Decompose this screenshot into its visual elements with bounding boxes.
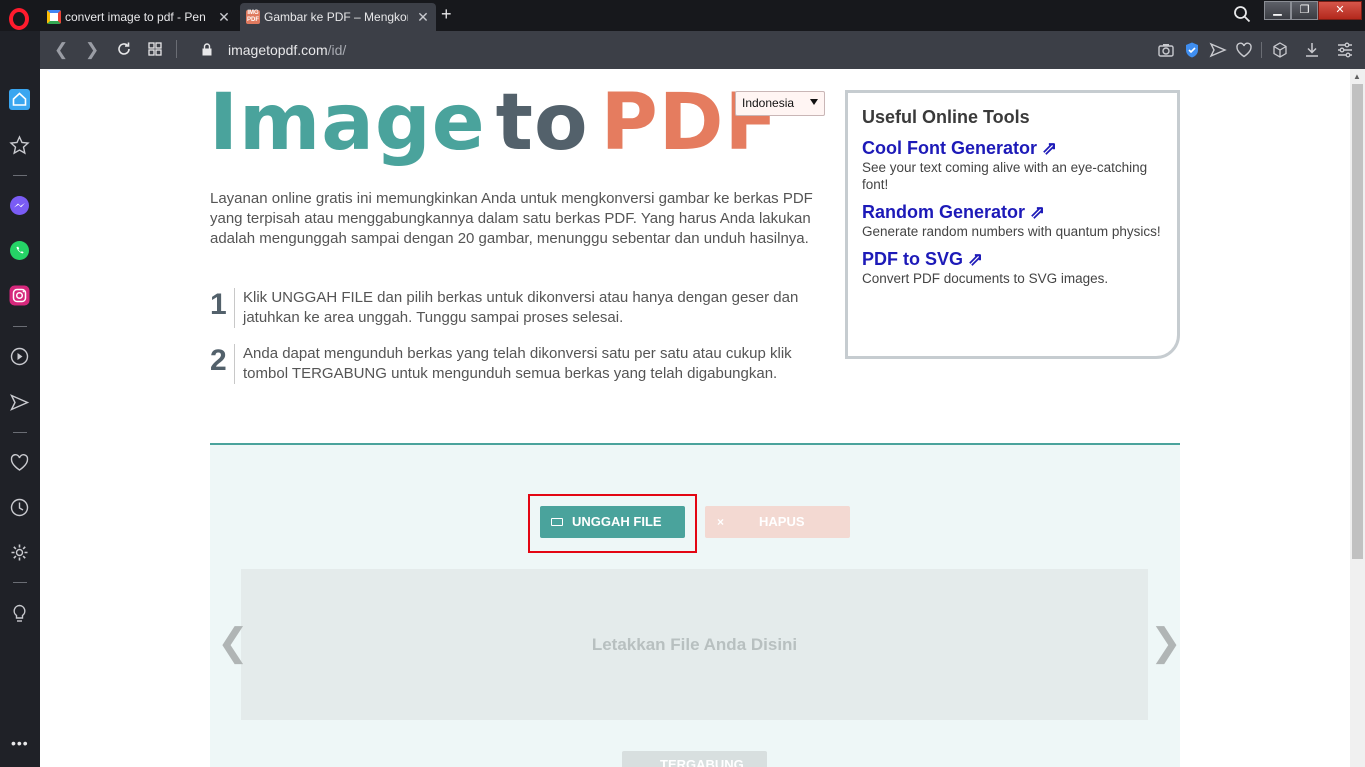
file-dropzone[interactable]: Letakkan File Anda Disini xyxy=(241,569,1148,720)
scrollbar-thumb[interactable] xyxy=(1352,84,1363,559)
tab-title: convert image to pdf - Pen xyxy=(65,10,206,24)
step-number: 1 xyxy=(210,288,227,321)
clear-button-label: HAPUS xyxy=(759,514,805,529)
instagram-icon[interactable] xyxy=(9,285,30,306)
sidebar-divider xyxy=(13,432,27,433)
language-selected-value: Indonesia xyxy=(742,96,795,110)
opera-logo-icon[interactable] xyxy=(9,8,29,30)
tool-item: Cool Font Generator ⇗ See your text comi… xyxy=(862,137,1177,193)
page-scrollbar[interactable]: ▲ xyxy=(1350,69,1365,767)
messenger-icon[interactable] xyxy=(9,195,30,216)
pdf-to-svg-link[interactable]: PDF to SVG ⇗ xyxy=(862,248,1177,270)
minimize-button[interactable]: ▁ xyxy=(1264,1,1291,20)
tool-description: See your text coming alive with an eye-c… xyxy=(862,160,1148,192)
cool-font-generator-link[interactable]: Cool Font Generator ⇗ xyxy=(862,137,1177,159)
chevron-right-icon[interactable]: ❯ xyxy=(1150,623,1182,663)
close-window-button[interactable]: ✕ xyxy=(1318,1,1362,20)
tab-imagetopdf[interactable]: IMG PDF Gambar ke PDF – Mengkon ✕ xyxy=(240,3,436,31)
new-tab-button[interactable]: + xyxy=(441,4,452,25)
camera-icon[interactable] xyxy=(1157,41,1175,59)
opera-sidebar: ••• xyxy=(0,31,40,767)
settings-gear-icon[interactable] xyxy=(9,542,30,563)
easy-setup-icon[interactable] xyxy=(1336,41,1354,59)
whatsapp-icon[interactable] xyxy=(9,240,30,261)
chevron-left-icon[interactable]: ❮ xyxy=(217,623,249,663)
url-host: imagetopdf.com xyxy=(228,42,328,58)
upload-button-label: UNGGAH FILE xyxy=(572,514,662,529)
speed-dial-icon[interactable] xyxy=(148,42,162,56)
back-icon[interactable]: ❮ xyxy=(54,40,68,60)
maximize-button[interactable]: ❐ xyxy=(1291,1,1318,20)
history-clock-icon[interactable] xyxy=(9,497,30,518)
address-divider xyxy=(1261,42,1262,58)
tool-description: Generate random numbers with quantum phy… xyxy=(862,224,1161,239)
player-icon[interactable] xyxy=(9,346,30,367)
vpn-shield-icon[interactable] xyxy=(1183,41,1201,59)
imagetopdf-icon: IMG PDF xyxy=(246,10,260,24)
tab-google-search[interactable]: convert image to pdf - Pen ✕ xyxy=(41,3,239,31)
close-icon[interactable]: ✕ xyxy=(416,9,430,26)
folder-open-icon xyxy=(551,518,563,526)
tool-item: PDF to SVG ⇗ Convert PDF documents to SV… xyxy=(862,248,1177,287)
tab-title: Gambar ke PDF – Mengkon xyxy=(264,10,408,24)
heart-icon[interactable] xyxy=(1235,41,1253,59)
address-bar: ❮ ❯ imagetopdf.com/id/ xyxy=(40,31,1365,69)
home-icon[interactable] xyxy=(9,89,30,110)
url-path: /id/ xyxy=(327,42,347,58)
search-icon[interactable] xyxy=(1233,5,1251,23)
url-field[interactable]: imagetopdf.com/id/ xyxy=(202,42,347,58)
browser-tab-bar: convert image to pdf - Pen ✕ IMG PDF Gam… xyxy=(0,0,1365,31)
useful-tools-panel: Useful Online Tools Cool Font Generator … xyxy=(845,90,1180,359)
lightbulb-icon[interactable] xyxy=(9,603,30,624)
forward-icon[interactable]: ❯ xyxy=(85,40,99,60)
random-generator-link[interactable]: Random Generator ⇗ xyxy=(862,201,1177,223)
reload-icon[interactable] xyxy=(116,41,132,57)
dropzone-text: Letakkan File Anda Disini xyxy=(591,635,798,654)
step-text: Anda dapat mengunduh berkas yang telah d… xyxy=(234,344,819,384)
step-2: 2 Anda dapat mengunduh berkas yang telah… xyxy=(210,344,825,406)
more-icon[interactable]: ••• xyxy=(11,735,29,751)
logo-to-text: to xyxy=(495,78,589,168)
download-icon[interactable] xyxy=(1303,41,1321,59)
web-page: Image to PDF Indonesia Layanan online grat… xyxy=(40,69,1350,767)
tools-title: Useful Online Tools xyxy=(862,107,1030,127)
step-text: Klik UNGGAH FILE dan pilih berkas untuk … xyxy=(234,288,819,328)
language-select[interactable]: Indonesia xyxy=(735,91,825,116)
tool-item: Random Generator ⇗ Generate random numbe… xyxy=(862,201,1177,240)
intro-text: Layanan online gratis ini memungkinkan A… xyxy=(210,190,813,247)
sidebar-divider xyxy=(13,582,27,583)
sidebar-divider xyxy=(13,175,27,176)
site-logo[interactable]: Image to PDF xyxy=(209,81,779,165)
upload-file-button[interactable]: UNGGAH FILE xyxy=(540,506,685,538)
cube-icon[interactable] xyxy=(1271,41,1289,59)
tool-description: Convert PDF documents to SVG images. xyxy=(862,271,1109,286)
google-icon xyxy=(47,10,61,24)
send-icon[interactable] xyxy=(1209,41,1227,59)
sidebar-divider xyxy=(13,326,27,327)
lock-icon xyxy=(202,43,212,56)
heart-icon[interactable] xyxy=(9,452,30,473)
upload-section: UNGGAH FILE × HAPUS Letakkan File Anda D… xyxy=(210,445,1182,767)
step-1: 1 Klik UNGGAH FILE dan pilih berkas untu… xyxy=(210,288,825,333)
combine-button[interactable]: TERGABUNG xyxy=(622,751,767,767)
step-number: 2 xyxy=(210,344,227,377)
send-icon[interactable] xyxy=(9,392,30,413)
chevron-down-icon xyxy=(810,99,818,105)
address-divider xyxy=(176,40,177,58)
close-icon: × xyxy=(717,515,725,529)
logo-image-text: Image xyxy=(209,78,486,168)
clear-button[interactable]: × HAPUS xyxy=(705,506,850,538)
bookmark-star-icon[interactable] xyxy=(9,135,30,156)
scroll-up-icon[interactable]: ▲ xyxy=(1353,72,1361,81)
close-icon[interactable]: ✕ xyxy=(217,9,231,26)
